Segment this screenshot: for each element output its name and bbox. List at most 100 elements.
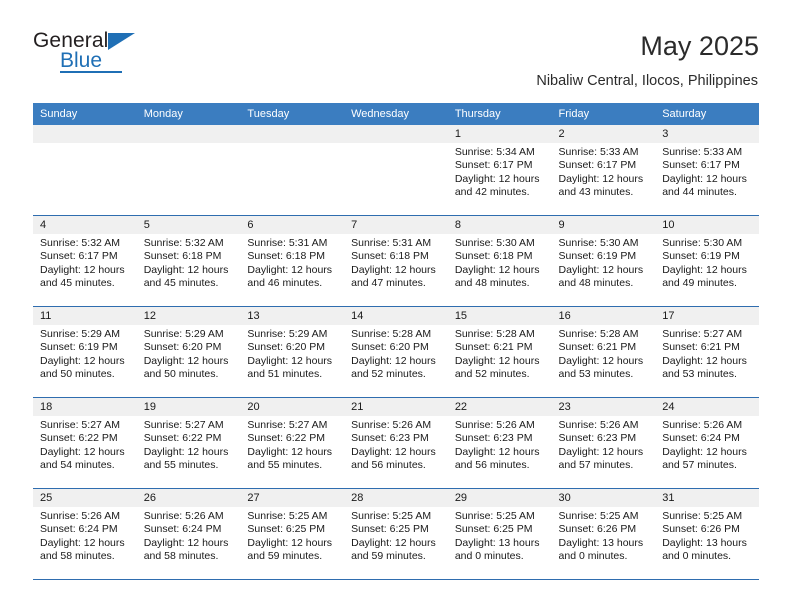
calendar-day-cell[interactable]: 17 Sunrise: 5:27 AM Sunset: 6:21 PM Dayligh… bbox=[655, 306, 759, 398]
day-number: 7 bbox=[344, 216, 448, 234]
calendar-day-cell[interactable]: 9 Sunrise: 5:30 AM Sunset: 6:19 PM Daylight… bbox=[551, 215, 656, 307]
day-detail: Sunrise: 5:25 AM Sunset: 6:25 PM Daylight:… bbox=[344, 507, 448, 563]
calendar-day-cell[interactable]: 29 Sunrise: 5:25 AM Sunset: 6:25 PM Dayligh… bbox=[447, 488, 552, 579]
sunrise-text: Sunrise: 5:27 AM bbox=[662, 328, 743, 340]
calendar-header-row: Sunday Monday Tuesday Wednesday Thursday Frid… bbox=[33, 103, 759, 125]
day-cell-inner: 16 Sunrise: 5:28 AM Sunset: 6:21 PM Dayligh… bbox=[551, 307, 656, 397]
day-number: 20 bbox=[240, 398, 345, 416]
day-number: 19 bbox=[136, 398, 241, 416]
weekday-header-wednesday: Wednesday bbox=[344, 103, 448, 125]
sunset-text: Sunset: 6:25 PM bbox=[247, 523, 326, 536]
day-detail: Sunrise: 5:34 AM Sunset: 6:17 PM Daylight:… bbox=[448, 143, 552, 199]
calendar-day-cell[interactable]: 5 Sunrise: 5:32 AM Sunset: 6:18 PM Daylight… bbox=[136, 215, 241, 307]
calendar-day-cell[interactable]: 23 Sunrise: 5:26 AM Sunset: 6:23 PM Dayligh… bbox=[551, 397, 656, 489]
calendar-day-cell[interactable]: 8 Sunrise: 5:30 AM Sunset: 6:18 PM Daylight… bbox=[447, 215, 552, 307]
calendar-day-cell[interactable]: 28 Sunrise: 5:25 AM Sunset: 6:25 PM Dayligh… bbox=[344, 488, 448, 579]
page-header: General Blue May 2025 bbox=[33, 0, 759, 73]
calendar-day-cell[interactable]: 25 Sunrise: 5:26 AM Sunset: 6:24 PM Dayligh… bbox=[33, 488, 137, 579]
calendar-day-cell[interactable]: 19 Sunrise: 5:27 AM Sunset: 6:22 PM Dayligh… bbox=[136, 397, 241, 489]
day-number: 27 bbox=[240, 489, 345, 507]
day-detail: Sunrise: 5:27 AM Sunset: 6:22 PM Daylight:… bbox=[33, 416, 137, 472]
sunrise-text: Sunrise: 5:26 AM bbox=[143, 510, 224, 522]
day-number: 12 bbox=[136, 307, 241, 325]
calendar-day-cell[interactable]: 15 Sunrise: 5:28 AM Sunset: 6:21 PM Dayligh… bbox=[447, 306, 552, 398]
day-number: 5 bbox=[136, 216, 241, 234]
daylight-text-line1: Daylight: 12 hours bbox=[247, 263, 333, 276]
day-number bbox=[344, 125, 448, 143]
brand-name-general: General bbox=[33, 29, 109, 52]
calendar-day-cell[interactable]: 13 Sunrise: 5:29 AM Sunset: 6:20 PM Dayligh… bbox=[240, 306, 345, 398]
sunrise-text: Sunrise: 5:26 AM bbox=[40, 510, 120, 522]
day-number: 4 bbox=[33, 216, 137, 234]
day-detail: Sunrise: 5:30 AM Sunset: 6:18 PM Daylight:… bbox=[448, 234, 552, 290]
sunrise-text: Sunrise: 5:29 AM bbox=[247, 328, 328, 340]
daylight-text-line2: and 54 minutes. bbox=[40, 458, 115, 471]
sunset-text: Sunset: 6:21 PM bbox=[454, 341, 533, 354]
day-cell-inner bbox=[33, 125, 137, 215]
day-number: 30 bbox=[551, 489, 656, 507]
calendar-day-cell[interactable]: 20 Sunrise: 5:27 AM Sunset: 6:22 PM Dayligh… bbox=[240, 397, 345, 489]
day-number: 15 bbox=[447, 307, 552, 325]
daylight-text-line1: Daylight: 13 hours bbox=[454, 536, 540, 549]
daylight-text-line2: and 42 minutes. bbox=[454, 185, 530, 198]
day-cell-inner: 3 Sunrise: 5:33 AM Sunset: 6:17 PM Daylight… bbox=[655, 125, 759, 215]
daylight-text-line1: Daylight: 12 hours bbox=[558, 354, 644, 367]
calendar-day-cell[interactable]: 12 Sunrise: 5:29 AM Sunset: 6:20 PM Dayligh… bbox=[136, 306, 241, 398]
calendar-day-cell[interactable]: 6 Sunrise: 5:31 AM Sunset: 6:18 PM Daylight… bbox=[240, 215, 345, 307]
calendar-day-cell[interactable]: 27 Sunrise: 5:25 AM Sunset: 6:25 PM Dayligh… bbox=[240, 488, 345, 579]
daylight-text-line1: Daylight: 12 hours bbox=[247, 445, 333, 458]
sunrise-text: Sunrise: 5:29 AM bbox=[143, 328, 224, 340]
day-cell-inner: 14 Sunrise: 5:28 AM Sunset: 6:20 PM Dayligh… bbox=[344, 307, 448, 397]
day-cell-inner bbox=[240, 125, 345, 215]
calendar-day-cell[interactable]: 18 Sunrise: 5:27 AM Sunset: 6:22 PM Dayligh… bbox=[33, 397, 137, 489]
daylight-text-line1: Daylight: 12 hours bbox=[351, 536, 436, 549]
day-cell-inner: 2 Sunrise: 5:33 AM Sunset: 6:17 PM Daylight… bbox=[551, 125, 656, 215]
calendar-day-cell[interactable]: 30 Sunrise: 5:25 AM Sunset: 6:26 PM Dayligh… bbox=[551, 488, 656, 579]
sunset-text: Sunset: 6:17 PM bbox=[662, 159, 740, 172]
sunrise-text: Sunrise: 5:31 AM bbox=[351, 237, 432, 249]
calendar-day-cell[interactable]: 11 Sunrise: 5:29 AM Sunset: 6:19 PM Dayligh… bbox=[33, 306, 137, 398]
calendar-day-cell[interactable]: 24 Sunrise: 5:26 AM Sunset: 6:24 PM Dayligh… bbox=[655, 397, 759, 489]
day-detail: Sunrise: 5:26 AM Sunset: 6:24 PM Daylight:… bbox=[137, 507, 241, 563]
calendar-day-cell[interactable]: 2 Sunrise: 5:33 AM Sunset: 6:17 PM Daylight… bbox=[551, 125, 656, 216]
day-number: 1 bbox=[447, 125, 552, 143]
calendar-day-cell[interactable]: 1 Sunrise: 5:34 AM Sunset: 6:17 PM Daylight… bbox=[447, 125, 552, 216]
sunset-text: Sunset: 6:18 PM bbox=[143, 250, 222, 263]
brand-underline bbox=[60, 71, 122, 73]
calendar-week-row: 1 Sunrise: 5:34 AM Sunset: 6:17 PM Daylight… bbox=[33, 125, 759, 216]
calendar-day-cell[interactable]: 21 Sunrise: 5:26 AM Sunset: 6:23 PM Dayligh… bbox=[344, 397, 448, 489]
calendar-day-cell[interactable]: 26 Sunrise: 5:26 AM Sunset: 6:24 PM Dayligh… bbox=[136, 488, 241, 579]
day-cell-inner: 17 Sunrise: 5:27 AM Sunset: 6:21 PM Dayligh… bbox=[655, 307, 759, 397]
calendar-day-cell[interactable]: 7 Sunrise: 5:31 AM Sunset: 6:18 PM Daylight… bbox=[344, 215, 448, 307]
calendar-body: 1 Sunrise: 5:34 AM Sunset: 6:17 PM Daylight… bbox=[33, 125, 759, 579]
calendar-day-cell[interactable]: 31 Sunrise: 5:25 AM Sunset: 6:26 PM Dayligh… bbox=[655, 488, 759, 579]
sunrise-text: Sunrise: 5:34 AM bbox=[454, 146, 535, 158]
daylight-text-line2: and 51 minutes. bbox=[247, 367, 323, 380]
day-number: 22 bbox=[447, 398, 552, 416]
calendar-day-cell[interactable]: 14 Sunrise: 5:28 AM Sunset: 6:20 PM Dayligh… bbox=[344, 306, 448, 398]
daylight-text-line2: and 59 minutes. bbox=[247, 549, 323, 562]
calendar-day-cell[interactable]: 22 Sunrise: 5:26 AM Sunset: 6:23 PM Dayligh… bbox=[447, 397, 552, 489]
sunrise-text: Sunrise: 5:29 AM bbox=[40, 328, 120, 340]
sunrise-text: Sunrise: 5:30 AM bbox=[662, 237, 743, 249]
day-cell-inner: 7 Sunrise: 5:31 AM Sunset: 6:18 PM Daylight… bbox=[344, 216, 448, 306]
calendar-day-cell[interactable]: 4 Sunrise: 5:32 AM Sunset: 6:17 PM Daylight… bbox=[33, 215, 137, 307]
daylight-text-line2: and 48 minutes. bbox=[454, 276, 530, 289]
daylight-text-line1: Daylight: 12 hours bbox=[454, 445, 540, 458]
calendar-cell-empty bbox=[33, 125, 137, 216]
calendar-day-cell[interactable]: 10 Sunrise: 5:30 AM Sunset: 6:19 PM Dayligh… bbox=[655, 215, 759, 307]
day-detail: Sunrise: 5:25 AM Sunset: 6:25 PM Daylight:… bbox=[240, 507, 344, 563]
day-number: 18 bbox=[33, 398, 137, 416]
weekday-header-sunday: Sunday bbox=[33, 103, 137, 125]
calendar-day-cell[interactable]: 3 Sunrise: 5:33 AM Sunset: 6:17 PM Daylight… bbox=[655, 125, 759, 216]
day-detail: Sunrise: 5:32 AM Sunset: 6:18 PM Daylight:… bbox=[137, 234, 241, 290]
day-detail: Sunrise: 5:29 AM Sunset: 6:20 PM Daylight:… bbox=[240, 325, 344, 381]
sunrise-text: Sunrise: 5:33 AM bbox=[558, 146, 639, 158]
day-detail: Sunrise: 5:25 AM Sunset: 6:25 PM Daylight:… bbox=[448, 507, 552, 563]
daylight-text-line1: Daylight: 12 hours bbox=[247, 536, 333, 549]
brand-logo[interactable]: General Blue bbox=[33, 30, 153, 76]
day-detail: Sunrise: 5:26 AM Sunset: 6:24 PM Daylight:… bbox=[33, 507, 137, 563]
calendar-day-cell[interactable]: 16 Sunrise: 5:28 AM Sunset: 6:21 PM Dayligh… bbox=[551, 306, 656, 398]
day-cell-inner: 15 Sunrise: 5:28 AM Sunset: 6:21 PM Dayligh… bbox=[447, 307, 552, 397]
day-cell-inner: 10 Sunrise: 5:30 AM Sunset: 6:19 PM Dayligh… bbox=[655, 216, 759, 306]
